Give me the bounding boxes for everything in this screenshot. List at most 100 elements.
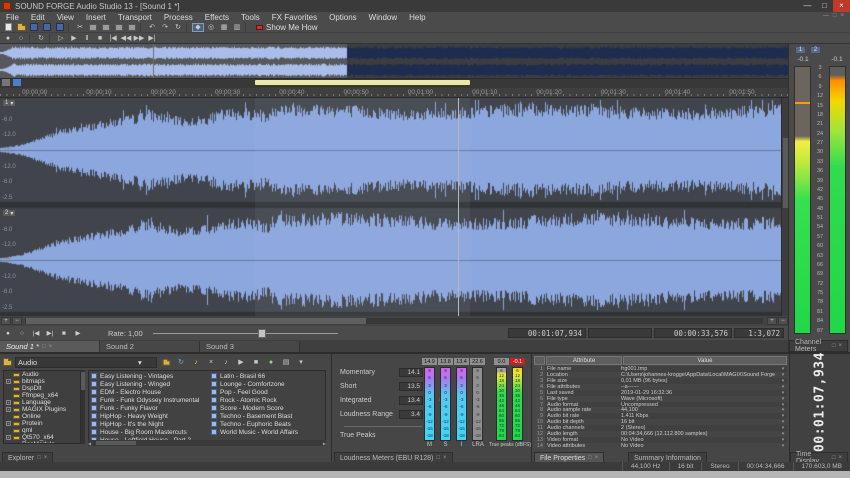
expand-icon[interactable]: + — [6, 421, 11, 426]
file-item[interactable]: Funk - Funky Flavor — [89, 404, 207, 412]
file-list-scrollbar[interactable]: ◀ ▶ — [88, 440, 326, 446]
extract-audio-icon[interactable]: ♪ — [220, 357, 232, 367]
file-item[interactable]: World Music - World Affairs — [209, 428, 326, 436]
meter-channel-1-button[interactable]: 1 — [795, 46, 806, 54]
menu-item[interactable]: Transport — [112, 13, 158, 22]
value-column-header[interactable]: Value — [623, 356, 787, 365]
mix-icon[interactable] — [113, 23, 125, 32]
zoom-out-button[interactable]: − — [778, 317, 788, 325]
menu-item[interactable]: Process — [158, 13, 199, 22]
menu-item[interactable]: View — [51, 13, 80, 22]
tree-item[interactable]: + Protein — [4, 420, 80, 427]
float-icon[interactable]: □ — [436, 455, 440, 461]
rate-slider[interactable] — [153, 329, 338, 338]
file-item[interactable]: Easy Listening - Winged — [89, 380, 207, 388]
record-icon[interactable]: ● — [2, 34, 14, 43]
close-icon[interactable]: × — [595, 455, 599, 461]
scroll-left-icon[interactable]: ◀ — [88, 441, 91, 446]
open-file-icon[interactable] — [15, 23, 27, 32]
tree-item[interactable]: Online — [4, 413, 80, 420]
spectrum-icon[interactable]: ▦ — [218, 23, 230, 32]
delete-icon[interactable]: × — [205, 357, 217, 367]
channel-meters-tab[interactable]: Channel Meters □ × — [789, 340, 848, 352]
add-favorite-icon[interactable]: ♪ — [190, 357, 202, 367]
preview-play-icon[interactable]: ▶ — [235, 357, 247, 367]
menu-item[interactable]: Insert — [80, 13, 112, 22]
expand-icon[interactable]: + — [6, 435, 11, 440]
menu-item[interactable]: Effects — [199, 13, 235, 22]
float-icon[interactable]: □ — [37, 455, 41, 461]
tree-item[interactable]: + Qt570_x64 — [4, 434, 80, 441]
close-icon[interactable]: × — [49, 344, 53, 350]
preview-stop-icon[interactable]: ■ — [250, 357, 262, 367]
paste-icon[interactable] — [100, 23, 112, 32]
menu-item[interactable]: Help — [403, 13, 431, 22]
expand-icon[interactable]: + — [6, 407, 11, 412]
menu-item[interactable]: FX Favorites — [266, 13, 323, 22]
go-to-end-icon[interactable]: ▶| — [146, 34, 158, 43]
go-to-start-icon[interactable]: |◀ — [107, 34, 119, 43]
expand-icon[interactable]: + — [6, 400, 11, 405]
cut-icon[interactable]: ✂ — [74, 23, 86, 32]
mdi-minimize-button[interactable]: — — [823, 13, 829, 19]
undo-icon[interactable]: ↶ — [146, 23, 158, 32]
selection-length-readout[interactable]: 00:00:33,576 — [654, 328, 732, 338]
mdi-restore-button[interactable]: □ — [833, 13, 837, 19]
chevron-down-icon[interactable]: ▾ — [138, 358, 142, 367]
rate-slider-thumb[interactable] — [258, 329, 266, 338]
float-icon[interactable]: □ — [588, 455, 592, 461]
file-item[interactable]: HipHop - It's the Night — [89, 420, 207, 428]
tree-scrollbar[interactable] — [81, 370, 85, 444]
stop-icon[interactable]: ■ — [94, 34, 106, 43]
expand-icon[interactable]: + — [6, 379, 11, 384]
file-item[interactable]: HipHop - Heavy Weight — [89, 412, 207, 420]
trim-icon[interactable] — [126, 23, 138, 32]
zoom-tool-icon[interactable]: ◎ — [205, 23, 217, 32]
loop-playback-icon[interactable]: ↻ — [35, 34, 47, 43]
loop-icon[interactable]: ○ — [16, 328, 28, 338]
ratio-readout[interactable]: 1:3,072 — [734, 328, 784, 338]
zoom-out-vertical-button[interactable]: − — [12, 317, 22, 325]
tree-item[interactable]: qml — [4, 427, 80, 434]
menu-item[interactable]: File — [0, 13, 25, 22]
save-icon[interactable] — [28, 23, 40, 32]
file-item[interactable]: Lounge - Comfortzone — [209, 380, 326, 388]
folder-up-icon[interactable] — [160, 357, 172, 367]
file-item[interactable]: Easy Listening - Vintages — [89, 372, 207, 380]
new-file-icon[interactable] — [2, 23, 14, 32]
property-row[interactable]: 14 Video attributes No Video ▾ — [534, 443, 787, 449]
close-button[interactable]: × — [833, 0, 850, 12]
play-icon[interactable]: ▶ — [68, 34, 80, 43]
go-to-end-icon[interactable]: ▶| — [44, 328, 56, 338]
render-as-icon[interactable] — [54, 23, 66, 32]
menu-item[interactable]: Tools — [235, 13, 266, 22]
close-icon[interactable]: × — [838, 455, 842, 461]
tab-sound-1[interactable]: Sound 1 * □ × — [0, 341, 100, 352]
tree-item[interactable]: ResModule — [4, 441, 80, 444]
file-item[interactable]: Score - Modern Score — [209, 404, 326, 412]
zoom-in-vertical-button[interactable]: + — [1, 317, 11, 325]
file-item[interactable]: House - Big Room Mastercuts — [89, 428, 207, 436]
file-item[interactable]: Funk - Funk Odyssey Instrumental — [89, 396, 207, 404]
rewind-icon[interactable]: ◀◀ — [120, 34, 132, 43]
stop-icon[interactable]: ■ — [58, 328, 70, 338]
time-ruler[interactable]: 00:00:0000:00:1000:00:2000:00:3000:00:40… — [0, 88, 788, 98]
tree-item[interactable]: Ffmpeg_x64 — [4, 392, 80, 399]
tree-item[interactable]: Audio — [4, 371, 80, 378]
tree-item[interactable]: + MAGIX Plugins — [4, 406, 80, 413]
meter-channel-2-button[interactable]: 2 — [810, 46, 821, 54]
file-item[interactable]: Pop - Feel Good — [209, 388, 326, 396]
views-icon[interactable]: ▤ — [280, 357, 292, 367]
scroll-right-icon[interactable]: ▶ — [323, 441, 326, 446]
mdi-close-button[interactable]: × — [840, 13, 844, 19]
float-icon[interactable]: □ — [42, 344, 46, 350]
file-item[interactable]: Techno - Euphoric Beats — [209, 420, 326, 428]
tree-item[interactable]: + Language — [4, 399, 80, 406]
play-all-icon[interactable]: ▷ — [55, 34, 67, 43]
address-box[interactable]: ▾ — [15, 357, 157, 368]
close-icon[interactable]: × — [838, 343, 842, 349]
address-input[interactable] — [18, 358, 138, 367]
repeat-icon[interactable]: ↻ — [172, 23, 184, 32]
selection-bar[interactable] — [255, 80, 470, 85]
redo-icon[interactable]: ↷ — [159, 23, 171, 32]
